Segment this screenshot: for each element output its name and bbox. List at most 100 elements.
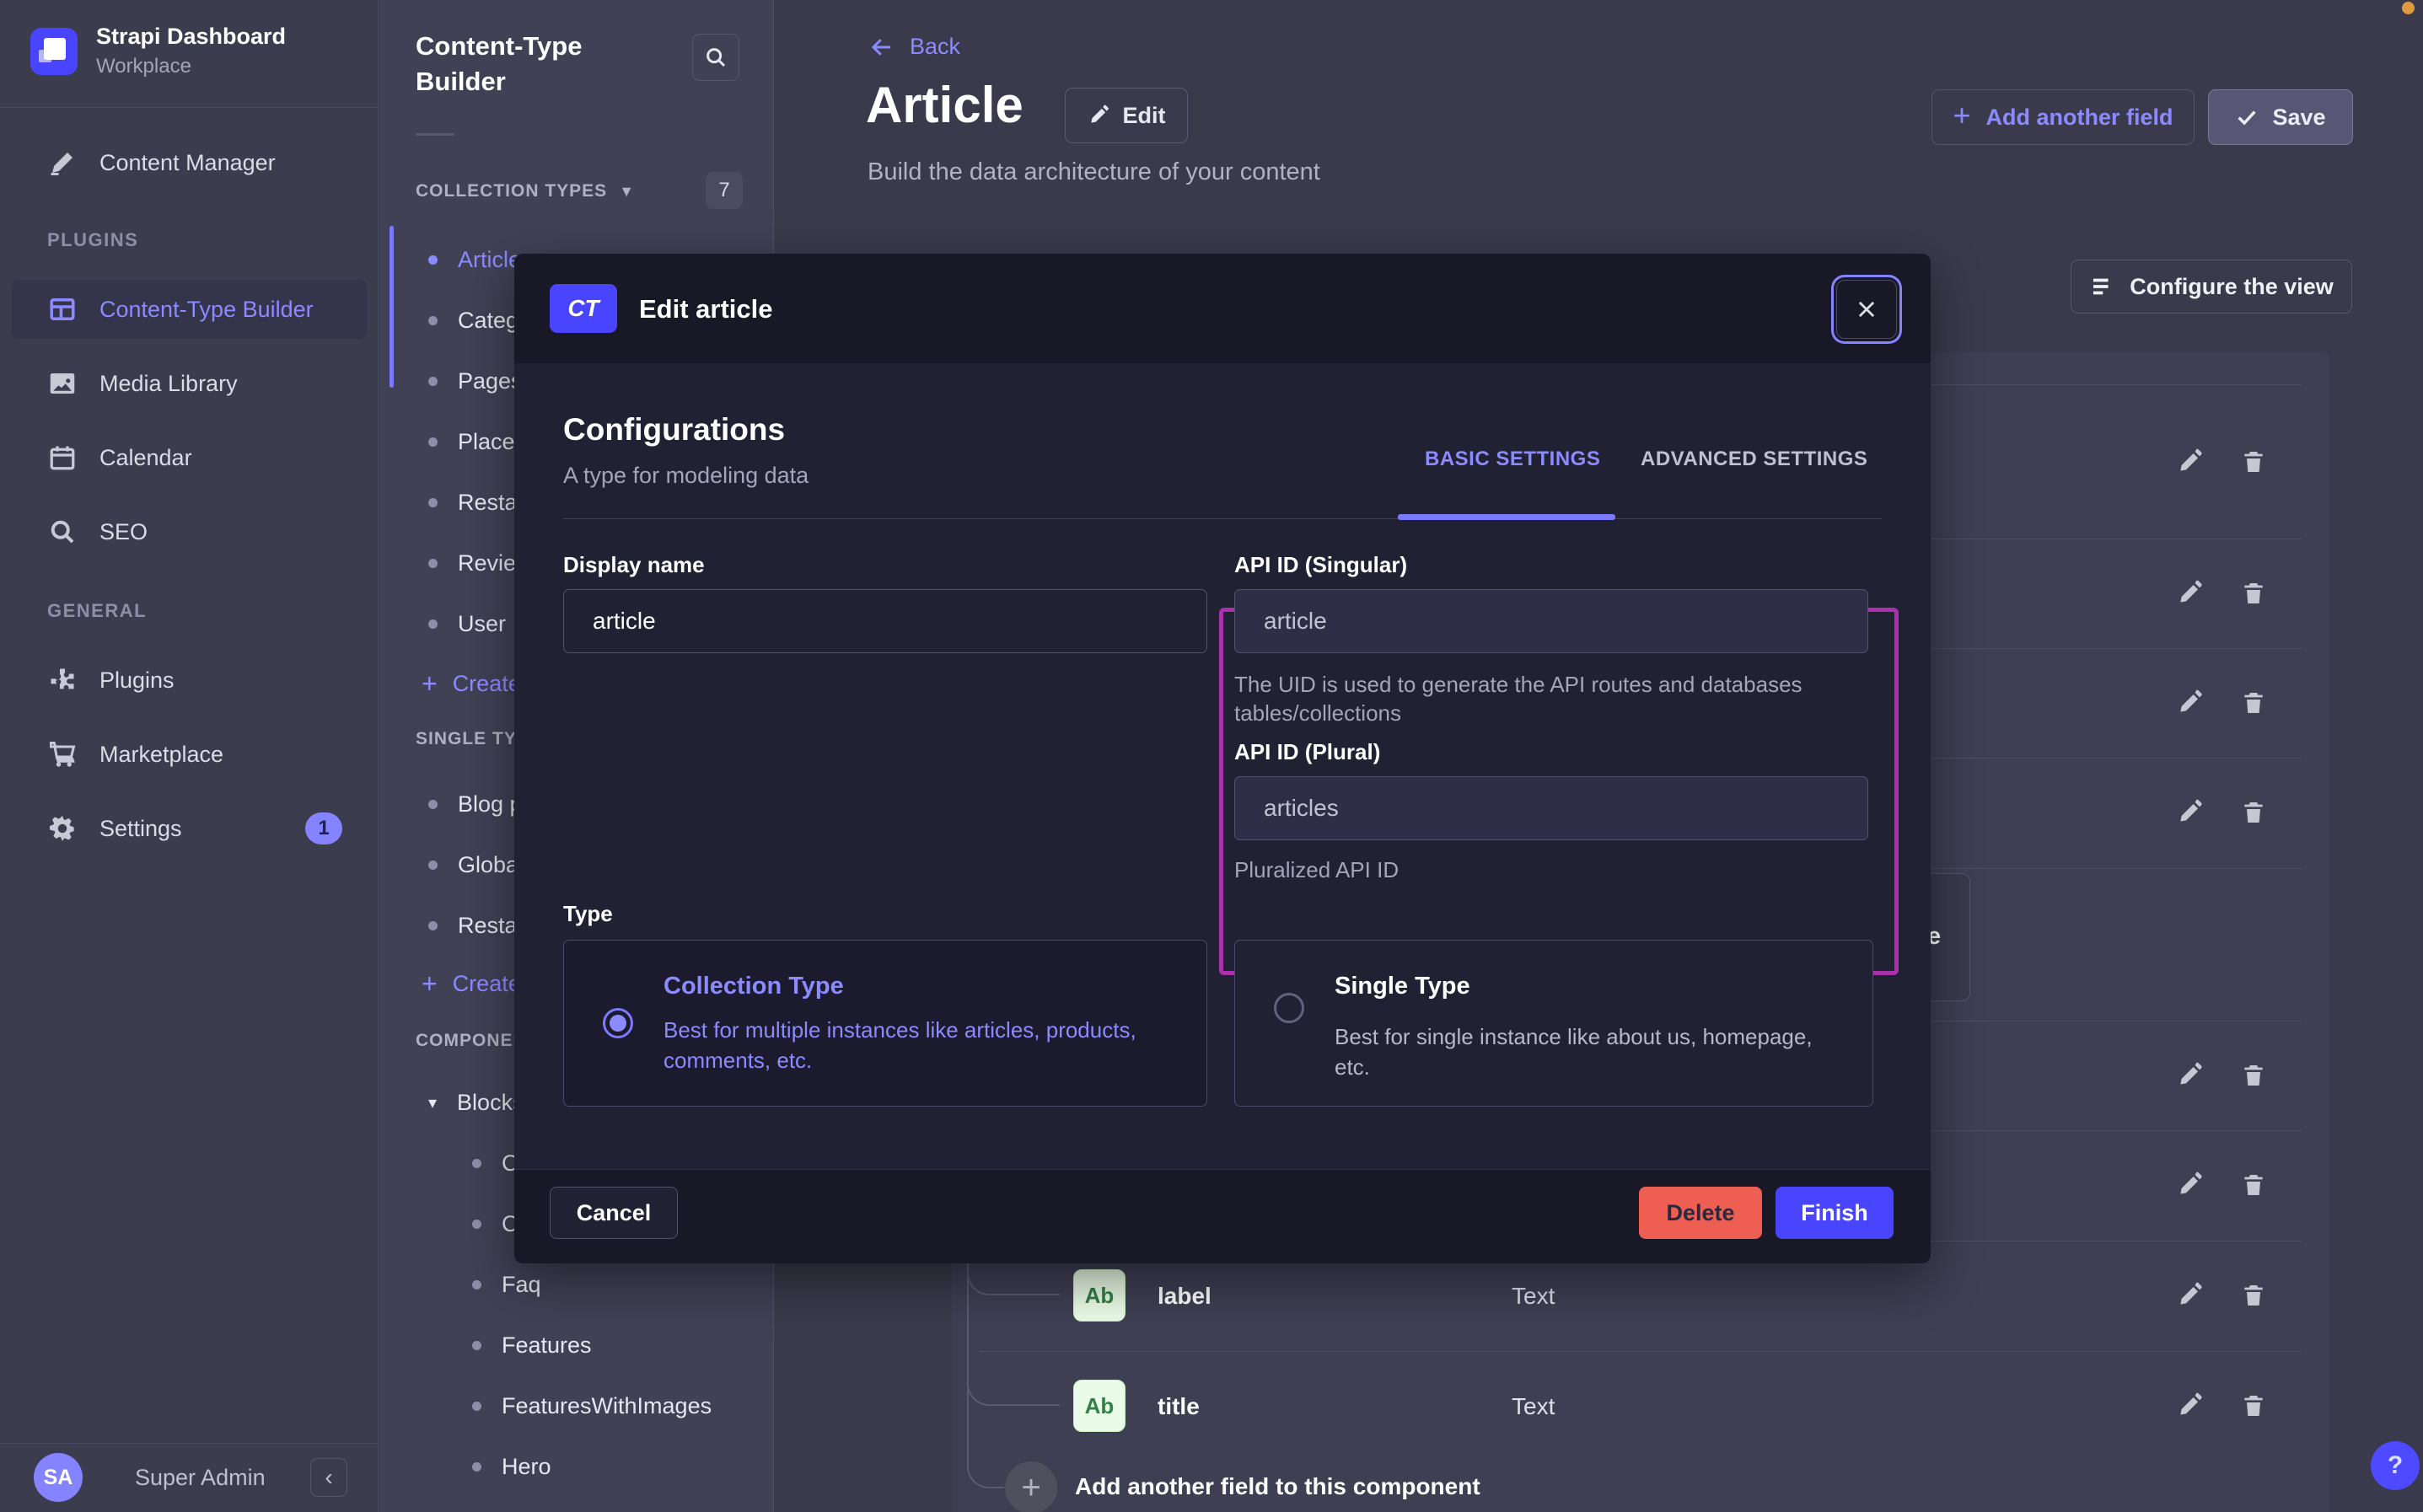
pencil-icon[interactable] [2176, 580, 2203, 607]
app-subtitle: Workplace [96, 55, 286, 78]
trash-icon[interactable] [2240, 1392, 2267, 1419]
sidebar-item-content-manager[interactable]: Content Manager [12, 133, 367, 192]
chevron-down-icon: ▾ [428, 1092, 437, 1113]
pencil-icon [1088, 105, 1109, 126]
cart-icon [47, 739, 78, 769]
sidebar-footer-divider [0, 1443, 378, 1444]
sidebar-item-label: Content-Type Builder [99, 297, 314, 323]
collection-type-card[interactable]: Collection Type Best for multiple instan… [563, 940, 1207, 1107]
collection-type-desc: Best for multiple instances like article… [664, 1015, 1161, 1075]
trash-icon[interactable] [2240, 689, 2267, 716]
component-item-hero[interactable]: Hero [379, 1436, 773, 1497]
pen-icon [47, 147, 78, 178]
sidebar-collapse-button[interactable]: ‹ [310, 1458, 347, 1497]
api-id-plural-input[interactable]: articles [1234, 776, 1868, 840]
row-actions [2176, 689, 2267, 716]
trash-icon[interactable] [2240, 799, 2267, 826]
layout-grid-icon [47, 294, 78, 324]
image-icon [47, 368, 78, 399]
collection-types-header[interactable]: COLLECTION TYPES ▼ [416, 172, 738, 211]
close-button[interactable] [1836, 280, 1897, 339]
arrow-left-icon [868, 35, 896, 60]
workspace-logo-row[interactable]: Strapi Dashboard Workplace [30, 24, 286, 78]
field-name: label [1158, 1283, 1212, 1310]
help-button[interactable]: ? [2371, 1441, 2420, 1490]
delete-button[interactable]: Delete [1639, 1187, 1762, 1239]
bullet-icon [472, 1462, 481, 1472]
cancel-button[interactable]: Cancel [550, 1187, 678, 1239]
field-type-badge: Ab [1073, 1380, 1126, 1432]
sidebar-item-plugins[interactable]: Plugins [12, 651, 367, 710]
add-component-field-button[interactable]: + [1005, 1461, 1057, 1512]
collection-types-label: COLLECTION TYPES [416, 181, 607, 201]
sidebar-item-label: SEO [99, 519, 148, 545]
save-button[interactable]: Save [2208, 89, 2353, 145]
row-actions [2176, 1172, 2267, 1198]
trash-icon[interactable] [2240, 1172, 2267, 1198]
single-type-title: Single Type [1335, 973, 1470, 1000]
plus-icon: + [422, 668, 438, 700]
close-icon [1855, 298, 1878, 321]
user-name: Super Admin [135, 1465, 266, 1491]
add-component-field-label[interactable]: Add another field to this component [1075, 1473, 1480, 1500]
bullet-icon [428, 377, 438, 386]
api-id-singular-input[interactable]: article [1234, 589, 1868, 653]
sidebar-item-label: Content Manager [99, 150, 276, 176]
sidebar-item-marketplace[interactable]: Marketplace [12, 725, 367, 784]
tree-branch-line [967, 1295, 1060, 1406]
edit-button[interactable]: Edit [1065, 88, 1188, 143]
panel-scrollbar-thumb[interactable] [390, 226, 394, 388]
chevron-down-icon: ▼ [619, 183, 635, 201]
tab-advanced-settings[interactable]: ADVANCED SETTINGS [1641, 448, 1867, 471]
display-name-input[interactable]: article [563, 589, 1207, 653]
calendar-icon [47, 442, 78, 473]
row-actions [2176, 448, 2267, 475]
strapi-logo-icon [30, 28, 78, 75]
api-id-singular-help: The UID is used to generate the API rout… [1234, 670, 1858, 727]
add-another-field-button[interactable]: + Add another field [1931, 89, 2195, 145]
gear-icon [47, 813, 78, 844]
search-button[interactable] [692, 34, 739, 81]
pencil-icon[interactable] [2176, 1282, 2203, 1309]
bullet-icon [428, 255, 438, 265]
user-avatar[interactable]: SA [34, 1453, 83, 1502]
pencil-icon[interactable] [2176, 1172, 2203, 1198]
radio-selected-icon[interactable] [603, 1008, 633, 1038]
sidebar-item-calendar[interactable]: Calendar [12, 428, 367, 487]
configure-view-button[interactable]: Configure the view [2071, 260, 2352, 314]
pencil-icon[interactable] [2176, 689, 2203, 716]
row-actions [2176, 1392, 2267, 1419]
trash-icon[interactable] [2240, 1282, 2267, 1309]
radio-unselected-icon[interactable] [1274, 993, 1304, 1023]
finish-button[interactable]: Finish [1776, 1187, 1894, 1239]
trash-icon[interactable] [2240, 448, 2267, 475]
tabs-divider [563, 518, 1882, 519]
component-item-features[interactable]: Features [379, 1315, 773, 1375]
bullet-icon [428, 921, 438, 930]
sidebar-item-seo[interactable]: SEO [12, 502, 367, 561]
bullet-icon [428, 619, 438, 629]
row-divider [979, 1351, 2302, 1352]
main-sidebar: Strapi Dashboard Workplace Content Manag… [0, 0, 379, 1512]
active-tab-underline [1398, 514, 1615, 520]
sidebar-item-label: Plugins [99, 668, 175, 694]
page-title: Article [866, 76, 1023, 134]
component-item-features-with-images[interactable]: FeaturesWithImages [379, 1375, 773, 1436]
single-type-card[interactable]: Single Type Best for single instance lik… [1234, 940, 1873, 1107]
pencil-icon[interactable] [2176, 1392, 2203, 1419]
trash-icon[interactable] [2240, 1062, 2267, 1089]
sidebar-item-media-library[interactable]: Media Library [12, 354, 367, 413]
tab-basic-settings[interactable]: BASIC SETTINGS [1425, 448, 1600, 471]
bullet-icon [472, 1402, 481, 1411]
trash-icon[interactable] [2240, 580, 2267, 607]
pencil-icon[interactable] [2176, 799, 2203, 826]
pencil-icon[interactable] [2176, 1062, 2203, 1089]
filter-bars-icon [2089, 274, 2114, 299]
bullet-icon [472, 1220, 481, 1229]
bullet-icon [428, 861, 438, 870]
sidebar-item-content-type-builder[interactable]: Content-Type Builder [12, 280, 367, 339]
back-link[interactable]: Back [868, 34, 960, 60]
configurations-heading: Configurations [563, 412, 785, 448]
pencil-icon[interactable] [2176, 448, 2203, 475]
type-label: Type [563, 901, 613, 927]
